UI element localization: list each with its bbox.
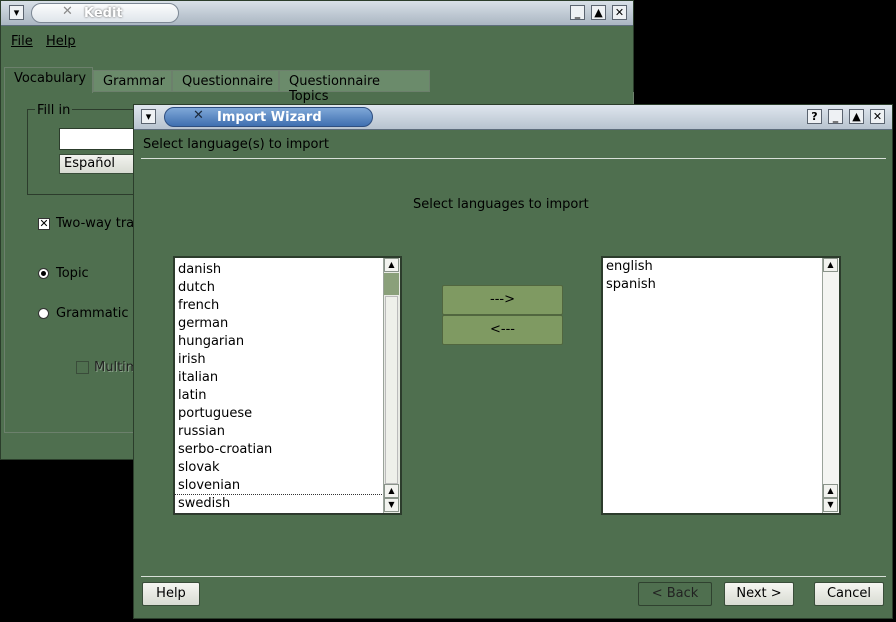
list-item[interactable]: latin [175,387,383,405]
selected-scrollbar[interactable]: ▲ ▲ ▼ [822,258,839,513]
list-item[interactable]: slovak [175,459,383,477]
wizard-titlebar[interactable]: ▾ ✕ Import Wizard ? _ ▲ ✕ [134,105,892,130]
close-icon[interactable]: ✕ [870,109,885,124]
help-icon[interactable]: ? [807,109,822,124]
cancel-button[interactable]: Cancel [814,582,884,606]
list-item[interactable]: slovenian [175,477,383,495]
list-item[interactable]: german [175,315,383,333]
minimize-icon[interactable]: _ [570,5,585,20]
multimedia-checkbox[interactable] [76,361,89,374]
topic-radio-dot [41,271,46,276]
wizard-subheading: Select languages to import [413,197,589,212]
import-wizard-window: ▾ ✕ Import Wizard ? _ ▲ ✕ Select languag… [133,104,893,619]
list-item[interactable]: dutch [175,279,383,297]
window-menu-icon[interactable]: ▾ [141,109,156,124]
available-scrollbar[interactable]: ▲ ▲ ▼ [383,258,400,513]
scroll-down-icon[interactable]: ▼ [823,498,838,512]
fill-in-label: Fill in [35,103,73,118]
help-button[interactable]: Help [142,582,200,606]
close-icon[interactable]: ✕ [612,5,627,20]
list-item[interactable]: portuguese [175,405,383,423]
wizard-app-icon: ✕ [193,108,204,123]
wizard-title-pill: ✕ Import Wizard [164,107,373,127]
heading-divider [141,158,886,159]
list-item[interactable]: spanish [603,276,822,294]
kedit-app-icon: ✕ [62,4,73,19]
kedit-title: Kedit [84,6,123,21]
list-item[interactable]: russian [175,423,383,441]
selected-languages-list[interactable]: english spanish ▲ ▲ ▼ [601,256,841,515]
available-languages-list[interactable]: danish dutch french german hungarian irish ita… [173,256,402,515]
scroll-up-icon[interactable]: ▲ [384,484,399,498]
grammatic-label: Grammatic [56,306,129,321]
minimize-icon[interactable]: _ [828,109,843,124]
topic-radio[interactable] [38,268,49,279]
next-button[interactable]: Next > [724,582,794,606]
menu-help[interactable]: Help [46,34,76,49]
language-select-value: Español [64,156,116,171]
topic-label: Topic [56,266,89,281]
list-item[interactable]: swedish [174,494,384,514]
list-item[interactable]: italian [175,369,383,387]
maximize-icon[interactable]: ▲ [849,109,864,124]
kedit-title-pill: ✕ Kedit [31,3,179,23]
list-item[interactable]: english [603,258,822,276]
kedit-titlebar[interactable]: ▾ ✕ Kedit _ ▲ ✕ [1,1,633,26]
scroll-up-icon[interactable]: ▲ [823,258,838,272]
list-item[interactable]: french [175,297,383,315]
tab-vocabulary[interactable]: Vocabulary [4,67,93,93]
two-way-checkbox[interactable]: ✕ [38,218,50,230]
tab-grammar[interactable]: Grammar [93,70,172,92]
tab-questionnaire[interactable]: Questionnaire [172,70,279,92]
scroll-thumb[interactable] [384,273,399,295]
scroll-up-icon[interactable]: ▲ [823,484,838,498]
list-item[interactable]: danish [175,261,383,279]
wizard-page-heading: Select language(s) to import [143,137,329,152]
menu-file[interactable]: File [11,34,33,49]
scroll-down-icon[interactable]: ▼ [384,498,399,512]
list-item[interactable]: serbo-croatian [175,441,383,459]
remove-language-button[interactable]: <--- [442,315,563,345]
scroll-track[interactable] [385,296,398,484]
footer-divider [141,576,886,577]
list-item[interactable]: irish [175,351,383,369]
tab-questionnaire-topics[interactable]: Questionnaire Topics [279,70,430,104]
scroll-up-icon[interactable]: ▲ [384,258,399,272]
add-language-button[interactable]: ---> [442,285,563,315]
maximize-icon[interactable]: ▲ [591,5,606,20]
wizard-title: Import Wizard [217,110,322,125]
window-menu-icon[interactable]: ▾ [9,5,24,20]
selected-languages-items: english spanish [603,258,822,294]
back-button[interactable]: < Back [638,582,712,606]
available-languages-items: danish dutch french german hungarian irish ita… [174,261,384,514]
two-way-label: Two-way trar [56,216,140,231]
grammatic-radio[interactable] [38,308,49,319]
list-item[interactable]: hungarian [175,333,383,351]
